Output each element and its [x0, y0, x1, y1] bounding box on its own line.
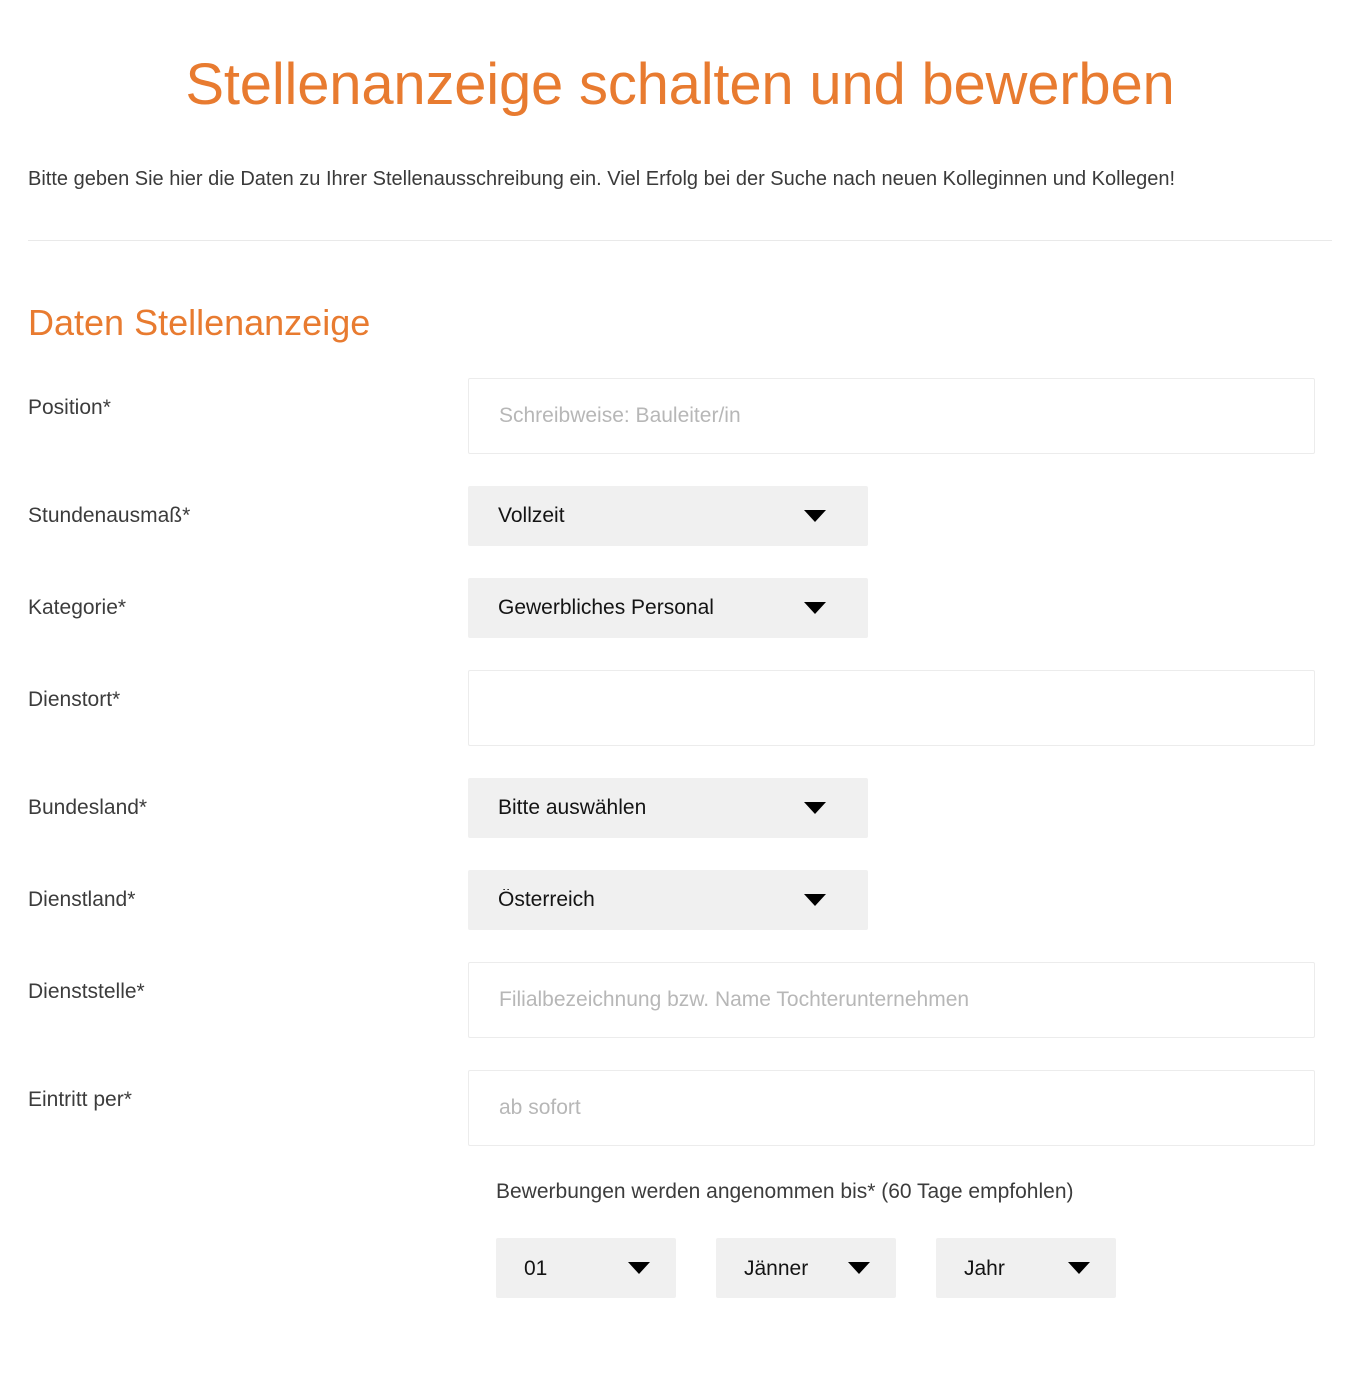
label-position: Position* [28, 395, 111, 419]
form-row-stundenausmass: Stundenausmaß* Vollzeit [28, 485, 1332, 546]
stundenausmass-select-value: Vollzeit [498, 505, 565, 527]
deadline-month-value: Jänner [744, 1257, 809, 1279]
application-deadline-selects: 01 Jänner Jahr [496, 1238, 1332, 1299]
bundesland-select[interactable]: Bitte auswählen [468, 777, 868, 838]
control-eintritt-per [468, 1069, 1332, 1146]
control-stundenausmass: Vollzeit [468, 485, 1332, 546]
deadline-day-value: 01 [524, 1257, 548, 1279]
chevron-down-icon [1068, 1262, 1090, 1275]
dienststelle-input[interactable] [468, 961, 1315, 1038]
stundenausmass-select[interactable]: Vollzeit [468, 485, 868, 546]
chevron-down-icon [804, 893, 826, 906]
dienstland-select-value: Österreich [498, 889, 595, 911]
label-bundesland: Bundesland* [28, 795, 148, 819]
form-row-dienstort: Dienstort* [28, 669, 1332, 746]
label-stundenausmass: Stundenausmaß* [28, 503, 191, 527]
intro-text: Bitte geben Sie hier die Daten zu Ihrer … [28, 167, 1176, 190]
form-row-bundesland: Bundesland* Bitte auswählen [28, 777, 1332, 838]
page-header: Stellenanzeige schalten und bewerben [0, 0, 1360, 119]
chevron-down-icon [628, 1262, 650, 1275]
deadline-day-select[interactable]: 01 [496, 1238, 676, 1299]
form-row-dienstland: Dienstland* Österreich [28, 869, 1332, 930]
dienstland-select[interactable]: Österreich [468, 869, 868, 930]
intro-section: Bitte geben Sie hier die Daten zu Ihrer … [0, 119, 1360, 241]
chevron-down-icon [804, 601, 826, 614]
label-dienstort: Dienstort* [28, 687, 121, 711]
section-title: Daten Stellenanzeige [28, 301, 371, 343]
control-kategorie: Gewerbliches Personal [468, 577, 1332, 638]
deadline-month-select[interactable]: Jänner [716, 1238, 896, 1299]
form-row-position: Position* [28, 377, 1332, 454]
dienstort-input[interactable] [468, 669, 1315, 746]
form-row-eintritt-per: Eintritt per* [28, 1069, 1332, 1146]
bottom-spacer [28, 1298, 1332, 1358]
deadline-year-select[interactable]: Jahr [936, 1238, 1116, 1299]
form-row-dienststelle: Dienststelle* [28, 961, 1332, 1038]
control-dienstland: Österreich [468, 869, 1332, 930]
label-eintritt-per: Eintritt per* [28, 1087, 132, 1111]
chevron-down-icon [804, 509, 826, 522]
header-divider [28, 239, 1332, 241]
control-position [468, 377, 1332, 454]
kategorie-select-value: Gewerbliches Personal [498, 597, 714, 619]
form-row-kategorie: Kategorie* Gewerbliches Personal [28, 577, 1332, 638]
label-dienststelle: Dienststelle* [28, 979, 145, 1003]
application-deadline-label: Bewerbungen werden angenommen bis* (60 T… [496, 1179, 1074, 1203]
application-deadline-block: Bewerbungen werden angenommen bis* (60 T… [28, 1178, 1332, 1299]
label-dienstland: Dienstland* [28, 887, 136, 911]
job-ad-form: Position* Stundenausmaß* Vollzeit Katego… [28, 377, 1332, 1146]
label-kategorie: Kategorie* [28, 595, 127, 619]
bundesland-select-value: Bitte auswählen [498, 797, 647, 819]
chevron-down-icon [848, 1262, 870, 1275]
control-dienststelle [468, 961, 1332, 1038]
deadline-year-value: Jahr [964, 1257, 1005, 1279]
kategorie-select[interactable]: Gewerbliches Personal [468, 577, 868, 638]
page-title: Stellenanzeige schalten und bewerben [185, 52, 1175, 117]
eintritt-per-input[interactable] [468, 1069, 1315, 1146]
control-bundesland: Bitte auswählen [468, 777, 1332, 838]
chevron-down-icon [804, 801, 826, 814]
position-input[interactable] [468, 377, 1315, 454]
control-dienstort [468, 669, 1332, 746]
form-section: Daten Stellenanzeige Position* Stundenau… [0, 249, 1360, 1358]
